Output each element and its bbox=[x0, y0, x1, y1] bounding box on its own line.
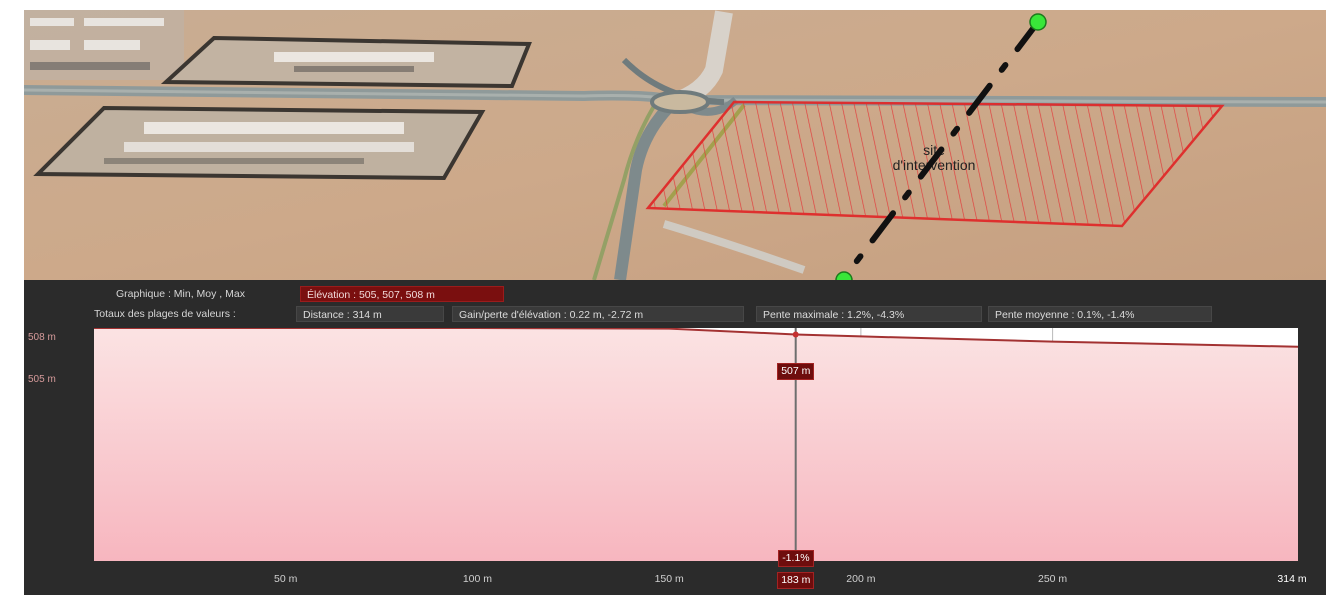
y-axis-label-top: 508 m bbox=[28, 332, 56, 343]
satellite-map-view[interactable]: site d'intervention bbox=[24, 10, 1326, 280]
x-tick-label: 250 m bbox=[1038, 573, 1068, 585]
x-tick-label: 100 m bbox=[462, 573, 493, 585]
y-axis-label-second: 505 m bbox=[28, 374, 56, 385]
x-tick-label: 200 m bbox=[846, 573, 876, 585]
walled-compound-top bbox=[160, 35, 532, 89]
x-tick-label: 314 m bbox=[1277, 573, 1307, 585]
site-intervention-area[interactable]: site d'intervention bbox=[645, 100, 1225, 228]
avg-slope-stat: Pente moyenne : 0.1%, -1.4% bbox=[988, 306, 1212, 322]
elevation-chart-canvas bbox=[94, 328, 1298, 561]
buildings-block-top-left bbox=[24, 10, 184, 80]
elevation-area-fill bbox=[94, 328, 1298, 561]
map-canvas: site d'intervention bbox=[24, 10, 1326, 280]
distance-stat: Distance : 314 m bbox=[296, 306, 444, 322]
graph-mode-label: Graphique : Min, Moy , Max bbox=[116, 288, 245, 300]
elevation-point-5 bbox=[860, 335, 862, 338]
elevation-point-6 bbox=[1051, 340, 1054, 343]
x-tick-label: 150 m bbox=[654, 573, 684, 585]
cursor-distance-tag: 183 m bbox=[777, 572, 815, 589]
max-slope-stat: Pente maximale : 1.2%, -4.3% bbox=[756, 306, 982, 322]
elevation-stat: Élévation : 505, 507, 508 m bbox=[300, 286, 504, 302]
elevation-gain-loss-stat: Gain/perte d'élévation : 0.22 m, -2.72 m bbox=[452, 306, 744, 322]
elevation-profile-window: site d'intervention Graphique : Min, Moy… bbox=[24, 10, 1326, 595]
cursor-marker bbox=[792, 331, 799, 338]
value-ranges-label: Totaux des plages de valeurs : bbox=[94, 308, 236, 320]
elevation-chart[interactable] bbox=[94, 328, 1298, 561]
walled-compound-left bbox=[33, 105, 486, 181]
elevation-profile-panel: Graphique : Min, Moy , Max Élévation : 5… bbox=[24, 280, 1326, 595]
cursor-elevation-tag: 507 m bbox=[777, 363, 815, 380]
profile-start-point[interactable] bbox=[1029, 13, 1047, 31]
cursor-slope-tag: -1.1% bbox=[778, 550, 814, 567]
x-tick-label: 50 m bbox=[274, 573, 298, 585]
